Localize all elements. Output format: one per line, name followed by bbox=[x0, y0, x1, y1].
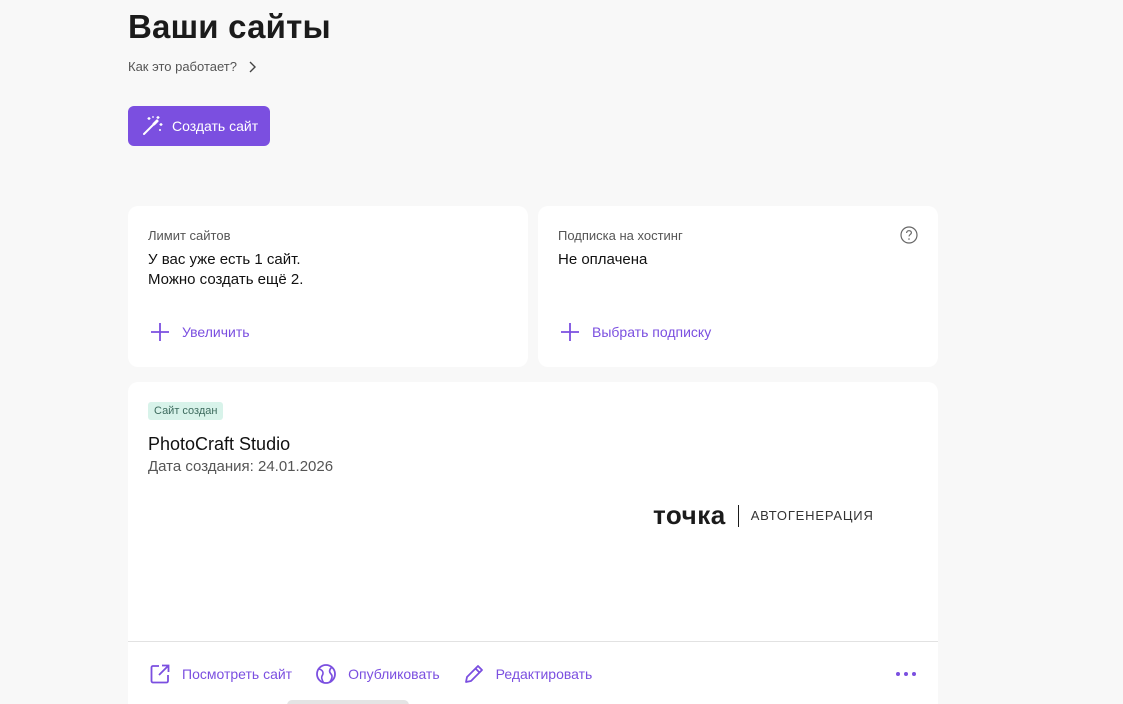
site-creation-date: Дата создания: 24.01.2026 bbox=[148, 458, 334, 475]
site-limit-line1: У вас уже есть 1 сайт. bbox=[148, 251, 301, 268]
magic-wand-icon bbox=[143, 116, 163, 135]
publish-button[interactable]: Опубликовать bbox=[314, 662, 440, 686]
site-preview-logo: точка АВТОГЕНЕРАЦИЯ bbox=[653, 500, 874, 531]
increase-limit-label: Увеличить bbox=[182, 324, 250, 340]
subscription-status: Не оплачена bbox=[558, 251, 648, 268]
hosting-subscription-card: Подписка на хостинг Не оплачена Выбрать … bbox=[538, 206, 938, 367]
view-site-button[interactable]: Посмотреть сайт bbox=[148, 662, 292, 686]
view-site-label: Посмотреть сайт bbox=[182, 666, 293, 682]
publish-label: Опубликовать bbox=[348, 666, 440, 682]
pencil-icon bbox=[464, 665, 483, 683]
globe-icon bbox=[316, 664, 336, 684]
how-it-works-link[interactable]: Как это работает? bbox=[128, 59, 257, 74]
question-icon[interactable] bbox=[900, 226, 918, 244]
create-site-label: Создать сайт bbox=[172, 118, 259, 134]
edit-label: Редактировать bbox=[495, 666, 593, 682]
site-limit-value: У вас уже есть 1 сайт. Можно создать ещё… bbox=[148, 250, 303, 290]
subscription-label: Подписка на хостинг bbox=[558, 228, 683, 243]
increase-limit-button[interactable]: Увеличить bbox=[148, 320, 250, 344]
site-limit-card: Лимит сайтов У вас уже есть 1 сайт. Можн… bbox=[128, 206, 528, 367]
chevron-right-icon bbox=[249, 61, 256, 72]
logo-main-text: точка bbox=[653, 500, 726, 530]
bottom-popup-edge bbox=[287, 700, 409, 704]
plus-icon bbox=[151, 323, 169, 341]
divider bbox=[128, 641, 938, 642]
edit-button[interactable]: Редактировать bbox=[462, 662, 593, 686]
logo-sub-text: АВТОГЕНЕРАЦИЯ bbox=[750, 508, 874, 523]
site-actions: Посмотреть сайт Опубликовать Редактирова… bbox=[148, 662, 592, 686]
choose-subscription-label: Выбрать подписку bbox=[592, 324, 712, 340]
external-link-icon bbox=[150, 664, 170, 684]
how-it-works-label: Как это работает? bbox=[128, 59, 237, 74]
status-badge: Сайт создан bbox=[148, 402, 224, 420]
site-card: Сайт создан PhotoCraft Studio Дата созда… bbox=[128, 382, 938, 704]
more-options-icon[interactable] bbox=[894, 667, 918, 681]
site-limit-label: Лимит сайтов bbox=[148, 228, 231, 243]
choose-subscription-button[interactable]: Выбрать подписку bbox=[558, 320, 711, 344]
page-title: Ваши сайты bbox=[128, 8, 331, 45]
logo-separator bbox=[737, 504, 739, 527]
site-name: PhotoCraft Studio bbox=[148, 434, 291, 454]
site-limit-line2: Можно создать ещё 2. bbox=[148, 271, 304, 288]
create-site-button[interactable]: Создать сайт bbox=[128, 106, 271, 146]
plus-icon bbox=[561, 323, 579, 341]
